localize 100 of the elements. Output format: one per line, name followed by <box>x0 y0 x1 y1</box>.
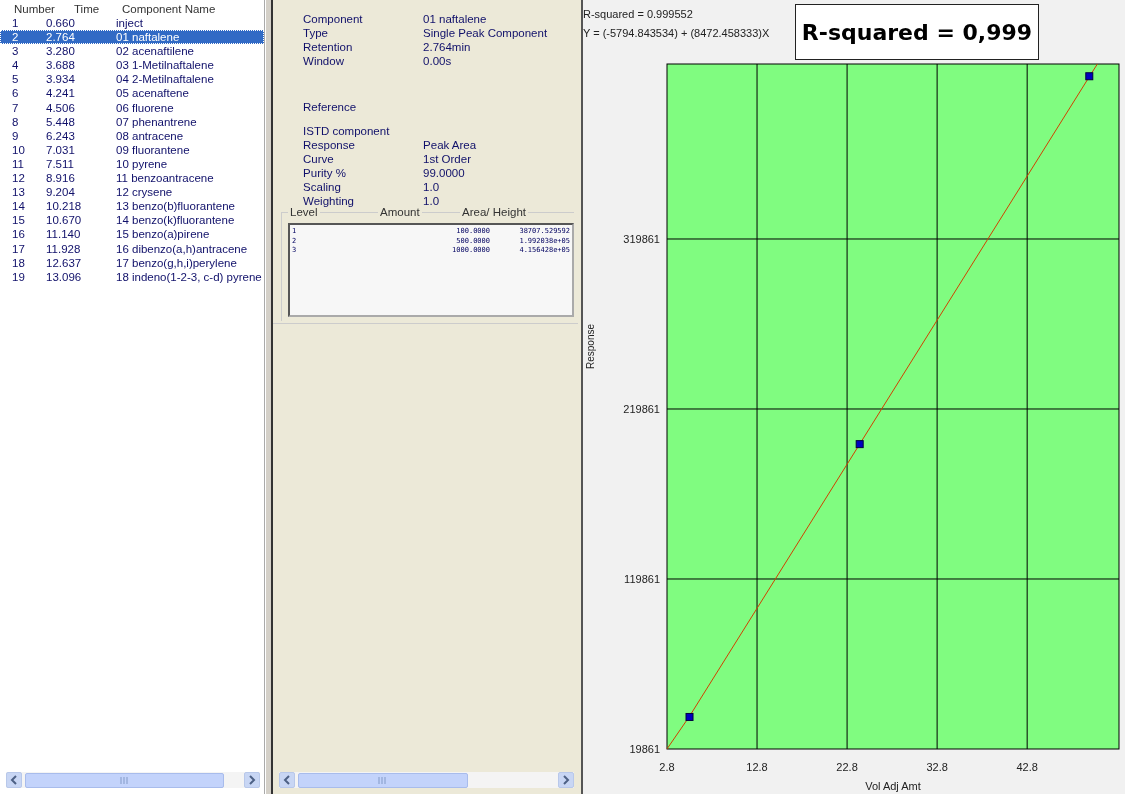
table-cell-text: 3.688 <box>46 58 76 73</box>
y-axis-label: Response <box>585 324 596 369</box>
column-header: Amount <box>378 205 422 219</box>
table-cell-text: 8.916 <box>46 171 76 186</box>
table-cell-text: 15 <box>12 213 26 228</box>
table-cell-text: 13 <box>12 185 26 200</box>
chevron-left-icon <box>10 775 18 785</box>
y-tick-label: 119861 <box>624 573 660 585</box>
pane-splitter[interactable] <box>265 0 274 794</box>
table-cell-text: 4 <box>12 58 20 73</box>
column-header[interactable]: Time <box>74 2 122 16</box>
field-value: 1.0 <box>423 194 441 208</box>
x-tick-label: 2.8 <box>659 761 675 773</box>
component-row[interactable]: 17 11.928 16 dibenzo(a,h)antracene <box>0 241 265 256</box>
component-row[interactable]: 5 3.934 04 2-Metilnaftalene <box>0 72 265 87</box>
field-label: Scaling <box>303 180 342 194</box>
table-cell-text: 7 <box>12 100 20 115</box>
y-tick-label: 19861 <box>629 743 660 755</box>
table-cell-text: 2.764 <box>46 30 76 45</box>
field-label: Purity % <box>303 166 347 180</box>
x-tick-label: 22.8 <box>836 761 858 773</box>
component-row[interactable]: 3 3.280 02 acenaftilene <box>0 44 265 59</box>
data-point <box>1085 72 1094 81</box>
column-header[interactable]: Component Name <box>122 2 265 16</box>
table-cell-text: 10.218 <box>46 199 83 214</box>
field-value: 01 naftalene <box>423 12 488 26</box>
table-cell-text: 09 fluorantene <box>116 142 191 157</box>
component-row[interactable]: 18 12.637 17 benzo(g,h,i)perylene <box>0 255 265 270</box>
x-tick-label: 32.8 <box>926 761 948 773</box>
scrollbar-thumb[interactable] <box>298 772 468 788</box>
table-cell-text: 03 1-Metilnaftalene <box>116 58 215 73</box>
field-label: Reference <box>303 100 358 114</box>
field-label: Weighting <box>303 194 355 208</box>
field-value: 0.00s <box>423 54 453 68</box>
column-header: Level <box>288 205 320 219</box>
table-cell-text: 5.448 <box>46 114 76 129</box>
table-cell-text: 01 naftalene <box>116 30 181 45</box>
table-cell-text: 5 <box>12 72 20 87</box>
field-label: Type <box>303 26 329 40</box>
field-value: 2.764min <box>423 40 472 54</box>
table-cell-text: 17 benzo(g,h,i)perylene <box>116 255 238 270</box>
field-value: Peak Area <box>423 138 478 152</box>
component-row[interactable]: 19 13.096 18 indeno(1-2-3, c-d) pyrene <box>0 269 265 284</box>
table-cell-text: 9 <box>12 128 20 143</box>
chevron-right-icon <box>248 775 257 785</box>
field-value: 1.0 <box>423 180 441 194</box>
table-cell-text: 08 antracene <box>116 128 185 143</box>
table-cell-text: 05 acenaftene <box>116 86 190 101</box>
table-cell-text: 6 <box>12 86 20 101</box>
table-cell-text: 18 indeno(1-2-3, c-d) pyrene <box>116 269 263 284</box>
data-point <box>685 712 694 721</box>
component-row[interactable]: 12 8.916 11 benzoantracene <box>0 171 265 186</box>
field-label: Curve <box>303 152 335 166</box>
field-value: 1st Order <box>423 152 472 166</box>
table-cell-text: inject <box>116 16 144 31</box>
component-row[interactable]: 1 0.660 inject <box>0 16 265 31</box>
table-cell-text: 11.928 <box>46 241 82 256</box>
component-row[interactable]: 10 7.031 09 fluorantene <box>0 142 265 157</box>
table-cell-text: 15 benzo(a)pirene <box>116 227 211 242</box>
scroll-left-button[interactable] <box>6 772 22 788</box>
table-cell-text: 7.031 <box>46 142 76 157</box>
x-tick-label: 42.8 <box>1016 761 1038 773</box>
scroll-right-button[interactable] <box>244 772 261 788</box>
component-row[interactable]: 9 6.243 08 antracene <box>0 128 265 143</box>
chevron-left-icon <box>283 775 292 785</box>
table-cell-text: 12 crysene <box>116 185 174 200</box>
table-cell-text: 4.506 <box>46 100 76 115</box>
r-squared-text: R-squared = 0.999552 <box>583 7 694 22</box>
equation-text: Y = (-5794.843534) + (8472.458333)X <box>583 25 770 41</box>
component-row[interactable]: 14 10.218 13 benzo(b)fluorantene <box>0 199 265 214</box>
field-label: ISTD component <box>303 124 391 138</box>
x-tick-label: 12.8 <box>746 761 768 773</box>
grip-icon <box>378 776 388 784</box>
scroll-right-button[interactable] <box>558 772 574 788</box>
table-cell-text: 6.243 <box>46 128 76 143</box>
table-cell-text: 12 <box>12 171 26 186</box>
y-tick-label: 219861 <box>623 403 660 415</box>
field-value: 99.0000 <box>423 166 466 180</box>
table-cell-text: 16 dibenzo(a,h)antracene <box>116 241 249 256</box>
component-row[interactable]: 15 10.670 14 benzo(k)fluorantene <box>0 213 265 228</box>
column-header[interactable]: Number <box>14 2 74 16</box>
component-row[interactable]: 4 3.688 03 1-Metilnaftalene <box>0 58 265 73</box>
field-label: Component <box>303 12 364 26</box>
field-value: Single Peak Component <box>423 26 549 40</box>
pane-splitter[interactable] <box>578 0 583 794</box>
component-row[interactable]: 8 5.448 07 phenantrene <box>0 114 265 129</box>
field-label: Retention <box>303 40 354 54</box>
table-cell-text: 17 <box>12 241 26 256</box>
component-row[interactable]: 16 11.140 15 benzo(a)pirene <box>0 227 265 242</box>
table-cell-text: 4.241 <box>46 86 76 101</box>
table-cell-text: 2 <box>12 30 20 45</box>
table-cell-text: 07 phenantrene <box>116 114 198 129</box>
component-row[interactable]: 6 4.241 05 acenaftene <box>0 86 265 101</box>
component-row[interactable]: 11 7.511 10 pyrene <box>0 156 265 172</box>
scrollbar-thumb[interactable] <box>25 772 224 788</box>
table-cell-text: 13.096 <box>46 269 83 284</box>
scroll-left-button[interactable] <box>279 772 296 788</box>
component-row[interactable]: 13 9.204 12 crysene <box>0 185 265 200</box>
component-row[interactable]: 7 4.506 06 fluorene <box>0 100 265 115</box>
component-row[interactable]: 2 2.764 01 naftalene <box>0 30 265 45</box>
